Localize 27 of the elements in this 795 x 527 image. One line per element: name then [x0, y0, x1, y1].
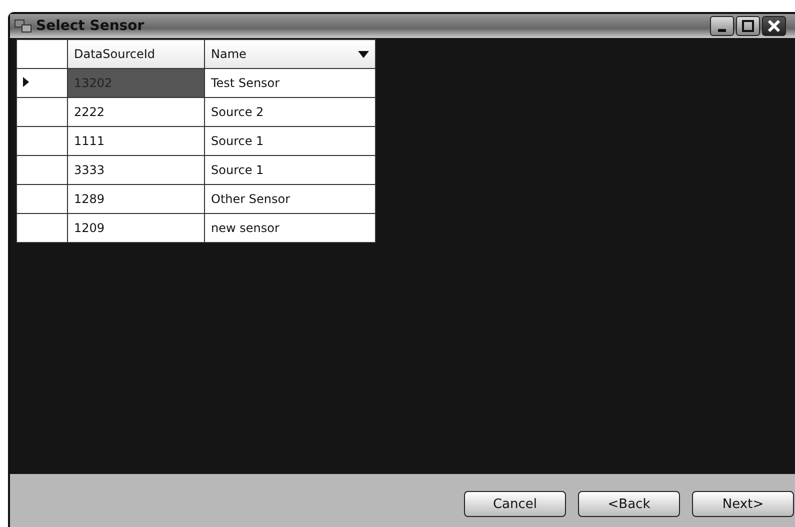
maximize-icon [741, 19, 755, 33]
wizard-button[interactable]: <Back [578, 491, 680, 517]
current-row-icon [23, 77, 29, 87]
minimize-button[interactable] [710, 16, 734, 36]
maximize-button[interactable] [736, 16, 760, 36]
table-cell[interactable]: 1209 [68, 214, 204, 242]
minimize-icon [718, 28, 726, 32]
table-cell[interactable]: Source 1 [204, 156, 376, 184]
table-cell[interactable]: 1289 [68, 184, 204, 214]
table-cell[interactable]: 2222 [68, 98, 204, 126]
table-cell[interactable]: Source 2 [204, 98, 376, 126]
column-label: Name [211, 47, 246, 61]
table-cell[interactable]: Other Sensor [204, 184, 376, 214]
dropdown-arrow-icon[interactable] [358, 50, 369, 58]
column-header[interactable]: Name [204, 40, 376, 68]
wizard-button[interactable]: Next> [692, 491, 794, 517]
close-button[interactable] [762, 16, 786, 36]
window-app-icon [14, 18, 32, 34]
window-title: Select Sensor [36, 18, 146, 34]
close-icon [767, 19, 781, 33]
table-cell[interactable]: Test Sensor [204, 68, 376, 98]
wizard-button[interactable]: Cancel [464, 491, 566, 517]
table-cell[interactable]: new sensor [204, 214, 376, 242]
table-cell[interactable]: Source 1 [204, 126, 376, 156]
table-cell[interactable]: 3333 [68, 156, 204, 184]
column-header[interactable]: DataSourceId [68, 40, 204, 68]
table-cell[interactable]: 1111 [68, 126, 204, 156]
